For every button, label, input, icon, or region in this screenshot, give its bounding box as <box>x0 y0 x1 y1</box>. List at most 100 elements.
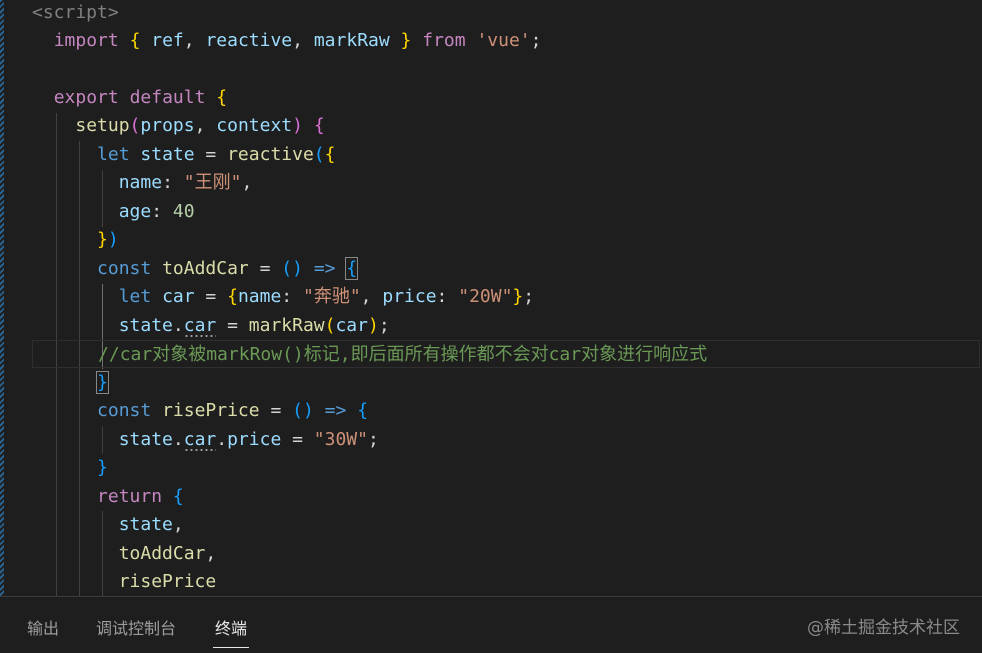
code-line-12: state.car = markRaw(car); <box>32 312 390 340</box>
code-line-8: age: 40 <box>32 198 195 226</box>
operator: = <box>248 258 282 279</box>
keyword-default: default <box>129 87 206 108</box>
prop-price: price <box>227 429 282 450</box>
tab-terminal[interactable]: 终端 <box>212 615 250 648</box>
comma: , <box>172 514 184 535</box>
code-line-18: return { <box>32 483 184 511</box>
code-line-21: risePrice <box>32 568 217 596</box>
dot: . <box>172 429 184 450</box>
keyword-from: from <box>422 30 466 51</box>
function-reactive: reactive <box>227 144 314 165</box>
paren: ( <box>292 400 303 421</box>
code-line-19: state, <box>32 511 184 539</box>
paren: ( <box>324 315 336 336</box>
tab-debug-console[interactable]: 调试控制台 <box>96 615 176 639</box>
semicolon: ; <box>530 30 542 51</box>
code-line-15: const risePrice = () => { <box>32 397 368 425</box>
operator: = <box>216 315 249 336</box>
tab-output[interactable]: 输出 <box>27 615 59 639</box>
paren: ) <box>292 258 303 279</box>
brace: } <box>512 286 524 307</box>
prop-name: name <box>118 172 163 193</box>
brace: } <box>400 30 412 51</box>
brace: { <box>313 115 325 136</box>
paren: ) <box>302 400 314 421</box>
semicolon: ; <box>378 315 390 336</box>
code-line-20: toAddCar, <box>32 540 217 568</box>
string-value: "20W" <box>458 286 513 307</box>
operator: = <box>194 286 228 307</box>
comma: , <box>205 543 217 564</box>
function-riseprice: risePrice <box>118 571 217 592</box>
code-editor[interactable]: <script> import { ref, reactive, markRaw… <box>0 0 982 596</box>
paren: ( <box>129 115 141 136</box>
brace-matched: } <box>96 371 109 394</box>
code-line-14: } <box>32 369 109 397</box>
bottom-panel: 输出 调试控制台 终端 @稀土掘金技术社区 <box>0 596 982 653</box>
comma: , <box>183 30 206 51</box>
colon: : <box>151 201 173 222</box>
editor-gutter <box>0 0 4 596</box>
import-ref: ref <box>151 30 184 51</box>
function-setup: setup <box>75 115 130 136</box>
watermark: @稀土掘金技术社区 <box>807 618 960 638</box>
code-line-9: }) <box>32 226 119 254</box>
code-line-2: import { ref, reactive, markRaw } from '… <box>32 27 542 55</box>
paren: ( <box>313 144 325 165</box>
code-line-4: export default { <box>32 84 227 112</box>
brace: { <box>324 144 336 165</box>
brace: { <box>357 400 369 421</box>
semicolon: ; <box>367 429 379 450</box>
function-riseprice: risePrice <box>162 400 260 421</box>
keyword-return: return <box>97 486 163 507</box>
prop-age: age <box>118 201 152 222</box>
code-line-5: setup(props, context) { <box>32 112 325 140</box>
code-line-17: } <box>32 454 108 482</box>
code-comment: //car对象被markRow()标记,即后面所有操作都不会对car对象进行响应… <box>98 344 708 365</box>
dot: . <box>172 315 184 336</box>
import-reactive: reactive <box>205 30 293 51</box>
paren: ) <box>292 115 303 136</box>
function-markraw: markRaw <box>248 315 325 336</box>
param-props: props <box>140 115 195 136</box>
number-value: 40 <box>172 201 195 222</box>
prop-car-warning: car <box>183 429 217 452</box>
code-line-6: let state = reactive({ <box>32 141 335 169</box>
operator: = <box>259 400 293 421</box>
function-toaddcar: toAddCar <box>118 543 206 564</box>
var-car: car <box>162 286 195 307</box>
code-line-1: <script> <box>32 0 119 27</box>
paren: ( <box>281 258 293 279</box>
string-value: "奔驰" <box>302 286 361 307</box>
var-state: state <box>118 315 173 336</box>
brace-matched: { <box>345 257 359 280</box>
var-state: state <box>140 144 195 165</box>
comma: , <box>360 286 383 307</box>
brace: { <box>172 486 184 507</box>
arrow: => <box>313 258 336 279</box>
paren: ) <box>367 315 379 336</box>
operator: = <box>194 144 228 165</box>
paren: ) <box>107 229 119 250</box>
code-line-16: state.car.price = "30W"; <box>32 426 379 454</box>
